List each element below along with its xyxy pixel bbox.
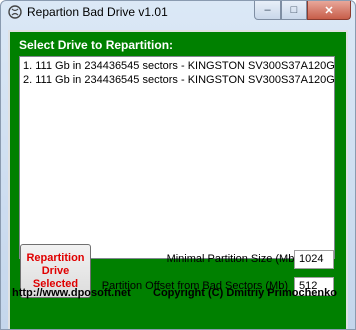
- min-partition-input[interactable]: 1024: [294, 250, 334, 269]
- drive-item-1[interactable]: 1. 111 Gb in 234436545 sectors - KINGSTO…: [23, 59, 335, 73]
- maximize-button[interactable]: □: [281, 1, 307, 20]
- min-partition-label: Minimal Partition Size (Mb): [166, 253, 298, 265]
- drive-item-2[interactable]: 2. 111 Gb in 234436545 sectors - KINGSTO…: [23, 73, 335, 87]
- minimize-icon: –: [264, 4, 271, 16]
- close-icon: ✕: [324, 4, 334, 17]
- app-window: Repartion Bad Drive v1.01 – □ ✕ Select D…: [0, 0, 356, 330]
- app-icon: [8, 5, 22, 19]
- website-link[interactable]: http://www.dposoft.net: [12, 287, 131, 299]
- drive-list[interactable]: 1. 111 Gb in 234436545 sectors - KINGSTO…: [19, 56, 335, 259]
- maximize-icon: □: [290, 4, 298, 16]
- repartition-button-label: Repartition Drive Selected: [26, 251, 85, 290]
- main-panel: Select Drive to Repartition: 1. 111 Gb i…: [10, 32, 346, 329]
- title-bar[interactable]: Repartion Bad Drive v1.01 – □ ✕: [1, 1, 355, 25]
- close-button[interactable]: ✕: [307, 1, 351, 20]
- select-drive-label: Select Drive to Repartition:: [19, 38, 174, 52]
- client-area: Select Drive to Repartition: 1. 111 Gb i…: [8, 30, 348, 329]
- window-title: Repartion Bad Drive v1.01: [27, 5, 168, 19]
- copyright-text: Copyright (C) Dmitriy Primochenko: [153, 287, 337, 299]
- minimize-button[interactable]: –: [254, 1, 281, 20]
